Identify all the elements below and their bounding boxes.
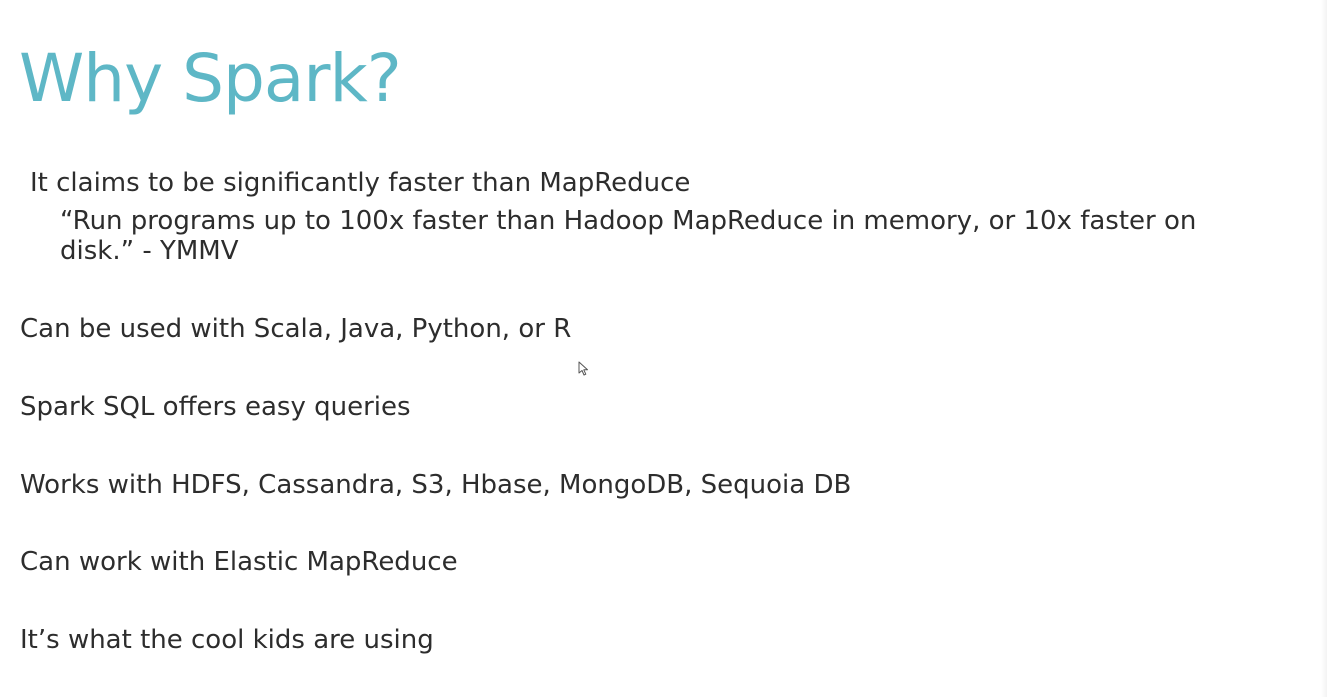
slide-edge-shadow bbox=[1321, 0, 1327, 697]
mouse-pointer-icon bbox=[578, 361, 588, 376]
quote-text: “Run programs up to 100x faster than Had… bbox=[60, 206, 1197, 266]
slide-title: Why Spark? bbox=[19, 40, 402, 117]
presentation-slide: Why Spark? It claims to be significantly… bbox=[0, 0, 1327, 697]
claim-text: It claims to be significantly faster tha… bbox=[30, 168, 691, 198]
bullet-spark-sql: Spark SQL offers easy queries bbox=[20, 392, 411, 422]
bullet-data-sources: Works with HDFS, Cassandra, S3, Hbase, M… bbox=[20, 470, 852, 500]
bullet-languages: Can be used with Scala, Java, Python, or… bbox=[20, 314, 572, 344]
bullet-cool-kids: It’s what the cool kids are using bbox=[20, 625, 434, 655]
bullet-elastic-mapreduce: Can work with Elastic MapReduce bbox=[20, 547, 458, 577]
